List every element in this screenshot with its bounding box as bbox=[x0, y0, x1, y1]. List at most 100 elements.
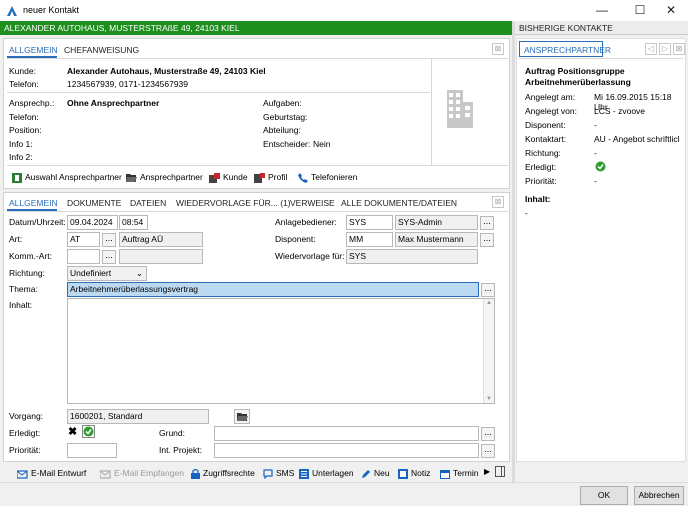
chevron-down-icon: ⌄ bbox=[135, 268, 143, 278]
unterlagen-label: Unterlagen bbox=[312, 468, 354, 478]
int-projekt-label: Int. Projekt: bbox=[159, 445, 202, 455]
minimize-button[interactable]: — bbox=[585, 0, 619, 21]
new-icon bbox=[362, 469, 370, 478]
telefonieren-label: Telefonieren bbox=[311, 172, 358, 182]
unterlagen-button[interactable]: Unterlagen bbox=[299, 468, 354, 479]
divider bbox=[431, 59, 432, 165]
email-entwurf-button[interactable]: E-Mail Entwurf bbox=[17, 468, 86, 479]
telefon2-label: Telefon: bbox=[9, 112, 39, 122]
zugriffsrechte-button[interactable]: Zugriffsrechte bbox=[191, 468, 255, 479]
tab-ansprechpartner[interactable]: ANSPRECHPARTNER bbox=[519, 41, 611, 57]
info2-label: Info 2: bbox=[9, 152, 33, 162]
tab-dateien[interactable]: DATEIEN bbox=[130, 198, 166, 208]
profil-link[interactable]: Profil bbox=[254, 172, 287, 183]
grund-label: Grund: bbox=[159, 428, 185, 438]
tab-chefanweisung[interactable]: CHEFANWEISUNG bbox=[64, 45, 139, 55]
email-empfangen-label: E-Mail Empfangen bbox=[114, 468, 184, 478]
inhalt-heading: Inhalt: bbox=[525, 194, 551, 204]
auswahl-label: Auswahl Ansprechpartner bbox=[25, 172, 122, 182]
inhalt-scrollbar[interactable]: ▲ ▼ bbox=[483, 299, 494, 403]
neu-button[interactable]: Neu bbox=[361, 468, 390, 479]
art-code-field[interactable]: AT bbox=[67, 232, 100, 247]
nav-next-icon[interactable]: ▷ bbox=[659, 43, 671, 55]
panel-close-icon[interactable]: ⊠ bbox=[673, 43, 685, 55]
panel-close-icon[interactable]: ⊠ bbox=[492, 196, 504, 208]
email-entwurf-label: E-Mail Entwurf bbox=[31, 468, 87, 478]
tab-dokumente[interactable]: DOKUMENTE bbox=[67, 198, 121, 208]
auswahl-ansprechpartner-link[interactable]: Auswahl Ansprechpartner bbox=[12, 172, 122, 183]
ansprech-value: Ohne Ansprechpartner bbox=[67, 98, 160, 108]
datum-label: Datum/Uhrzeit: bbox=[9, 217, 66, 227]
kunde-link-label: Kunde bbox=[223, 172, 248, 182]
anlagebediener-label: Anlagebediener: bbox=[275, 217, 337, 227]
prioritaet-field[interactable] bbox=[67, 443, 117, 458]
building-icon bbox=[447, 90, 473, 128]
richtung-select[interactable]: Undefiniert ⌄ bbox=[67, 266, 147, 281]
erledigt-label: Erledigt: bbox=[9, 428, 41, 438]
close-button[interactable]: ✕ bbox=[654, 0, 688, 21]
zugriffsrechte-label: Zugriffsrechte bbox=[203, 468, 255, 478]
detail-value: AU - Angebot schriftlicl bbox=[594, 134, 680, 144]
uhrzeit-field[interactable]: 08:54 bbox=[119, 215, 148, 230]
scroll-up-icon[interactable]: ▲ bbox=[486, 300, 492, 306]
anlagebediener-code-field[interactable]: SYS bbox=[346, 215, 393, 230]
email-empfangen-button[interactable]: E-Mail Empfangen bbox=[100, 468, 184, 479]
inhalt-textarea[interactable]: ▲ ▼ bbox=[67, 298, 495, 404]
lock-icon bbox=[191, 468, 200, 479]
grund-lookup-button[interactable]: ... bbox=[481, 427, 495, 441]
ansprech-label: Ansprechp.: bbox=[9, 98, 55, 108]
detail-label: Angelegt am: bbox=[525, 92, 576, 102]
disponent-code-field[interactable]: MM bbox=[346, 232, 393, 247]
erledigt-checkbox[interactable] bbox=[82, 425, 95, 438]
scroll-down-icon[interactable]: ▼ bbox=[486, 396, 492, 402]
int-projekt-field[interactable] bbox=[214, 443, 479, 458]
close-x-icon[interactable]: ✖ bbox=[68, 425, 77, 438]
maximize-button[interactable]: ☐ bbox=[623, 0, 657, 21]
disponent-lookup-button[interactable]: ... bbox=[480, 233, 494, 247]
grund-field[interactable] bbox=[214, 426, 479, 441]
vorgang-folder-button[interactable] bbox=[234, 409, 250, 424]
ok-button[interactable]: OK bbox=[580, 486, 628, 505]
thema-field[interactable]: Arbeitnehmerüberlassungsvertrag bbox=[67, 282, 479, 297]
prioritaet-label: Priorität: bbox=[9, 445, 41, 455]
geburtstag-label: Geburtstag: bbox=[263, 112, 308, 122]
detail-value: - bbox=[594, 148, 597, 158]
calendar-icon bbox=[440, 469, 450, 479]
divider bbox=[7, 58, 508, 59]
detail-value: LCS - zvoove bbox=[594, 106, 646, 116]
toolbar-more-icon[interactable]: ▶ bbox=[484, 467, 490, 476]
nav-prev-icon[interactable]: ◁ bbox=[645, 43, 657, 55]
layout-toggle-icon[interactable] bbox=[495, 466, 505, 477]
layout-divider bbox=[501, 467, 502, 476]
ansprechpartner-link[interactable]: Ansprechpartner bbox=[126, 172, 203, 183]
detail-value: - bbox=[594, 176, 597, 186]
thema-lookup-button[interactable]: ... bbox=[481, 283, 495, 297]
kunde-link[interactable]: Kunde bbox=[209, 172, 248, 183]
art-lookup-button[interactable]: ... bbox=[102, 233, 116, 247]
divider bbox=[519, 58, 683, 59]
user-select-icon bbox=[12, 172, 22, 183]
tab-alle-dokumente[interactable]: ALLE DOKUMENTE/DATEIEN bbox=[341, 198, 457, 208]
panel-close-icon[interactable]: ⊠ bbox=[492, 43, 504, 55]
termin-button[interactable]: Termin bbox=[440, 468, 479, 479]
tab-allgemein-top[interactable]: ALLGEMEIN bbox=[9, 45, 58, 55]
art-value-field: Auftrag AÜ bbox=[119, 232, 203, 247]
tab-verweise[interactable]: VERWEISE bbox=[290, 198, 335, 208]
datum-field[interactable]: 09.04.2024 bbox=[67, 215, 118, 230]
tab-allgemein[interactable]: ALLGEMEIN bbox=[9, 198, 58, 208]
notiz-button[interactable]: Notiz bbox=[398, 468, 430, 479]
telefonieren-link[interactable]: Telefonieren bbox=[298, 172, 357, 183]
komm-art-code-field[interactable] bbox=[67, 249, 100, 264]
wiedervorlage-field[interactable]: SYS bbox=[346, 249, 478, 264]
tab-wiedervorlage[interactable]: WIEDERVORLAGE FÜR... (1) bbox=[176, 198, 291, 208]
anlagebediener-lookup-button[interactable]: ... bbox=[480, 216, 494, 230]
abbrechen-button[interactable]: Abbrechen bbox=[634, 486, 684, 505]
divider bbox=[7, 92, 430, 93]
detail-label: Richtung: bbox=[525, 148, 561, 158]
detail-label: Disponent: bbox=[525, 120, 566, 130]
sms-button[interactable]: SMS bbox=[263, 468, 294, 479]
splitter[interactable] bbox=[512, 21, 515, 482]
komm-art-lookup-button[interactable]: ... bbox=[102, 250, 116, 264]
bottom-toolbar: E-Mail Entwurf E-Mail Empfangen Zugriffs… bbox=[0, 462, 512, 482]
int-projekt-lookup-button[interactable]: ... bbox=[481, 444, 495, 458]
